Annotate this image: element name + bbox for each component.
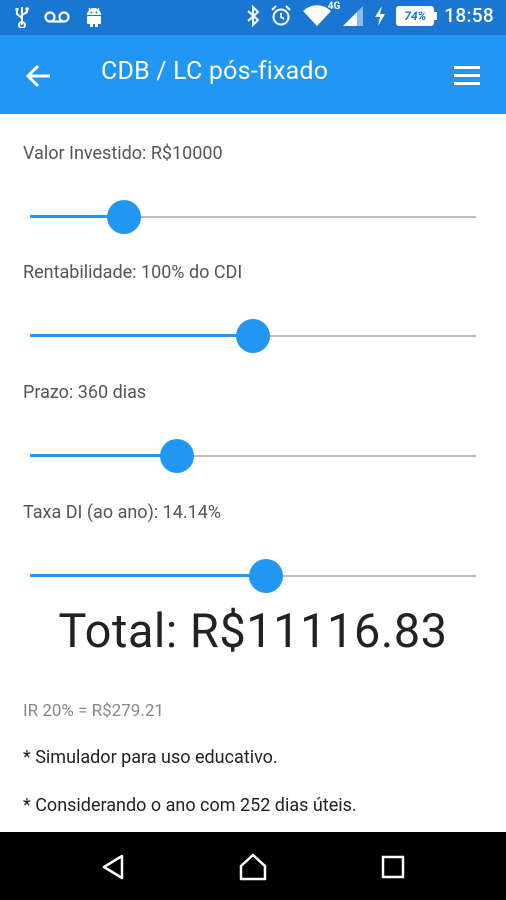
battery-icon: 74% — [396, 5, 438, 26]
slider-fill — [30, 454, 178, 457]
taxa-di-label: Taxa DI (ao ano): 14.14% — [23, 502, 222, 523]
bluetooth-icon — [246, 4, 260, 27]
valor-investido-slider[interactable] — [30, 200, 476, 234]
app-bar: CDB / LC pós-fixado — [0, 35, 506, 114]
total-value: Total: R$11116.83 — [58, 604, 448, 659]
usb-icon — [14, 6, 30, 28]
simulator-form: Valor Investido: R$10000 Rentabilidade: … — [0, 114, 506, 832]
clock: 18:58 — [444, 4, 494, 27]
taxa-di-slider[interactable] — [30, 559, 476, 593]
slider-fill — [30, 334, 253, 337]
nav-back-icon[interactable] — [98, 852, 128, 882]
wifi-icon: 4G — [302, 1, 340, 27]
prazo-slider[interactable] — [30, 439, 476, 473]
android-icon — [84, 6, 104, 28]
navigation-bar — [0, 832, 506, 900]
page-title: CDB / LC pós-fixado — [101, 57, 329, 86]
slider-fill — [30, 574, 267, 577]
rentabilidade-label: Rentabilidade: 100% do CDI — [23, 262, 243, 283]
signal-icon — [342, 5, 364, 27]
slider-thumb[interactable] — [249, 559, 284, 593]
slider-thumb[interactable] — [236, 319, 270, 353]
rentabilidade-slider[interactable] — [30, 319, 476, 353]
charging-icon — [374, 5, 386, 26]
prazo-label: Prazo: 360 dias — [23, 382, 147, 403]
slider-thumb[interactable] — [160, 439, 195, 473]
nav-home-icon[interactable] — [238, 852, 268, 882]
ir-value: IR 20% = R$279.21 — [23, 701, 164, 721]
network-type-label: 4G — [327, 0, 341, 12]
status-bar: 4G 74% 18:58 — [0, 0, 506, 35]
arrow-back-icon[interactable] — [24, 61, 54, 91]
note-educational: * Simulador para uso educativo. — [23, 747, 278, 768]
note-business-days: * Considerando o ano com 252 dias úteis. — [23, 795, 357, 816]
voicemail-icon — [44, 10, 70, 24]
valor-investido-label: Valor Investido: R$10000 — [23, 143, 223, 164]
alarm-icon — [270, 4, 292, 27]
slider-thumb[interactable] — [106, 200, 141, 234]
hamburger-menu-icon[interactable] — [453, 63, 481, 87]
nav-recents-icon[interactable] — [378, 852, 408, 882]
